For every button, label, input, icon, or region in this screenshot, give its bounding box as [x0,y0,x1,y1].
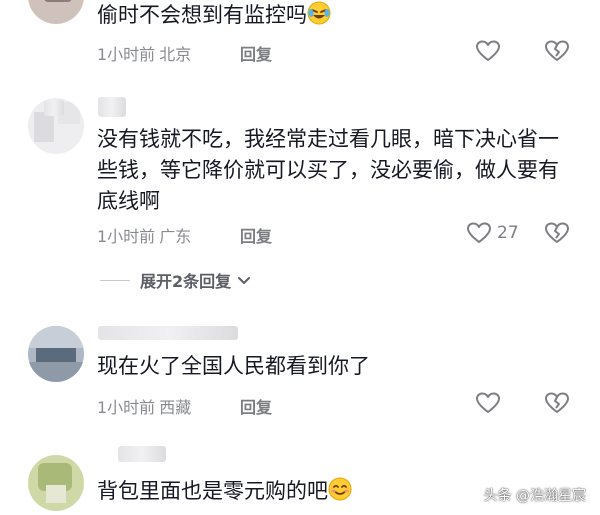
expand-replies-button[interactable]: 展开2条回复 [100,268,251,292]
avatar[interactable] [28,0,84,24]
smiling-blush-emoji [328,477,352,510]
laughing-crying-emoji [307,1,331,33]
comment-text: 现在火了全国人民都看到你了 [97,354,370,378]
comment-time: 1小时前 [97,227,156,246]
comment-text: 没有钱就不吃，我经常走过看几眼，暗下决心省一些钱，等它降价就可以买了，没必要偷，… [97,127,559,213]
like-count: 27 [497,223,519,243]
chevron-down-icon [237,271,251,290]
like-heart-icon[interactable] [475,391,501,419]
dislike-broken-heart-icon[interactable] [544,391,570,419]
avatar[interactable] [28,455,84,511]
comment-meta: 1小时前 西藏 [97,394,191,418]
reply-button[interactable]: 回复 [240,394,272,418]
username-blurred [118,446,166,462]
comment-location: 西藏 [159,398,192,417]
expand-replies-label: 展开2条回复 [140,272,232,291]
username-blurred [98,326,238,340]
divider-line [100,279,130,281]
dislike-broken-heart-icon[interactable] [544,221,570,249]
comment-time: 1小时前 [97,45,156,64]
comment-text: 偷时不会想到有监控吗 [97,0,331,33]
avatar[interactable] [28,326,84,382]
like-heart-icon[interactable] [466,221,492,249]
like-heart-icon[interactable] [475,39,501,67]
dislike-broken-heart-icon[interactable] [544,39,570,67]
comment-location: 北京 [159,45,192,64]
reply-button[interactable]: 回复 [240,41,272,65]
comment-location: 广东 [159,227,192,246]
comment-meta: 1小时前 广东 [97,223,191,247]
watermark: 头条 @浩瀚星宸 [483,488,586,504]
username-blurred [44,100,64,116]
reply-button[interactable]: 回复 [240,223,272,247]
comment-meta: 1小时前 北京 [97,41,191,65]
comment-text: 背包里面也是零元购的吧 [97,476,352,510]
comment-time: 1小时前 [97,398,156,417]
username-blurred [98,97,126,117]
